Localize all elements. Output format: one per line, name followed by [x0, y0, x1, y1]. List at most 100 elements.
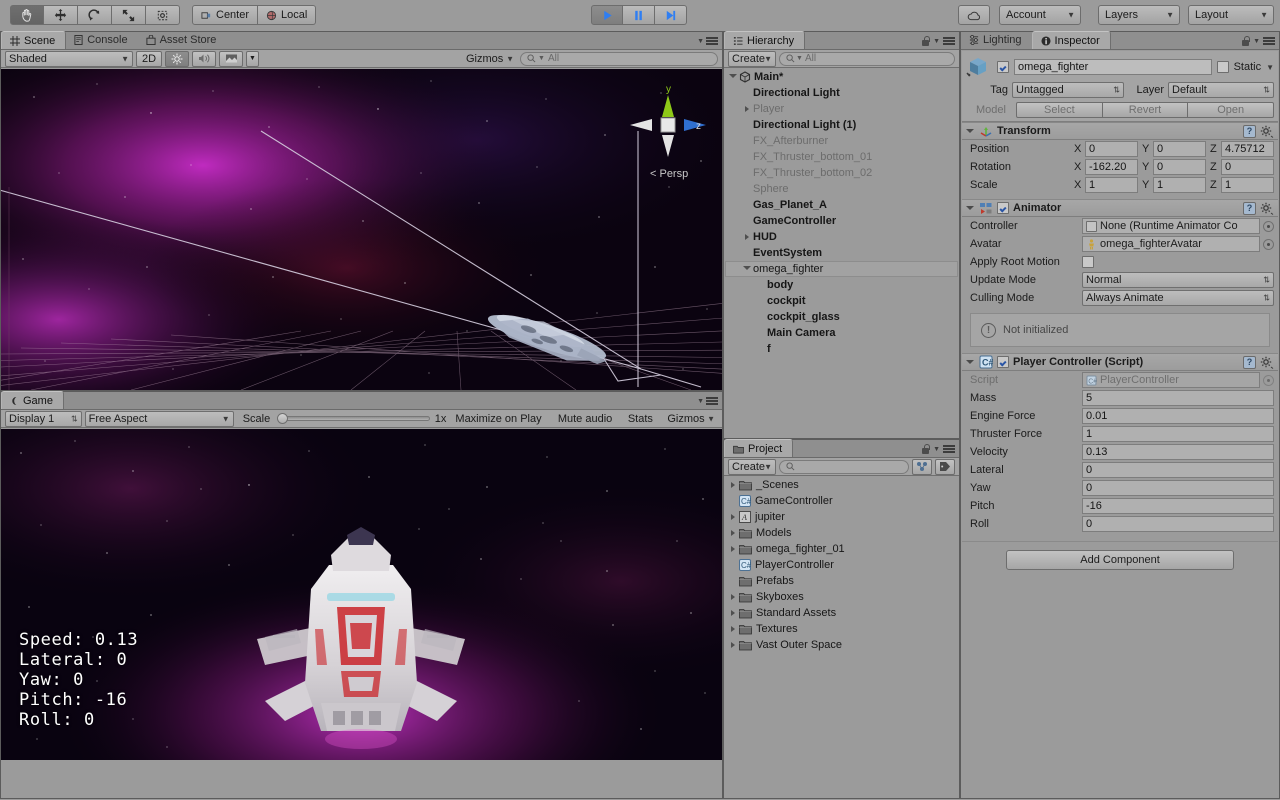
foldout-arrow-icon[interactable] — [727, 594, 739, 600]
animator-enabled-checkbox[interactable] — [997, 202, 1009, 214]
hierarchy-item-fx-thruster-bottom-02[interactable]: FX_Thruster_bottom_02 — [725, 165, 958, 181]
transform-scale-x-input[interactable]: 1 — [1085, 177, 1138, 193]
model-select-button[interactable]: Select — [1016, 102, 1103, 118]
project-filter-label-button[interactable] — [935, 458, 955, 475]
project-filter-type-button[interactable] — [912, 458, 932, 475]
hierarchy-item-cockpit[interactable]: cockpit — [725, 293, 958, 309]
hierarchy-item-main-camera[interactable]: Main Camera — [725, 325, 958, 341]
help-icon[interactable]: ? — [1243, 355, 1256, 369]
project-item-vast-outer-space[interactable]: Vast Outer Space — [725, 637, 958, 653]
space-mode-button[interactable]: Local — [258, 5, 317, 25]
lock-icon[interactable] — [921, 444, 930, 454]
hierarchy-tree[interactable]: Main* Directional Light Player Directional … — [725, 69, 958, 437]
scale-tool-button[interactable] — [112, 5, 146, 25]
project-item-gamecontroller[interactable]: C# GameController — [725, 493, 958, 509]
project-tree[interactable]: _Scenes C# GameController Ajupiter Models ome… — [725, 477, 958, 797]
hierarchy-item-body[interactable]: body — [725, 277, 958, 293]
scene-lighting-button[interactable] — [165, 50, 189, 67]
foldout-icon[interactable] — [966, 127, 975, 136]
project-item-standard-assets[interactable]: Standard Assets — [725, 605, 958, 621]
foldout-arrow-icon[interactable] — [727, 642, 739, 648]
layers-dropdown[interactable]: Layers ▼ — [1098, 5, 1180, 25]
hierarchy-item-fx-thruster-bottom-01[interactable]: FX_Thruster_bottom_01 — [725, 149, 958, 165]
hierarchy-item-gamecontroller[interactable]: GameController — [725, 213, 958, 229]
tab-console[interactable]: Console — [66, 31, 137, 49]
foldout-icon[interactable] — [966, 358, 975, 367]
transform-scale-z-input[interactable]: 1 — [1221, 177, 1274, 193]
gear-icon[interactable] — [1260, 125, 1274, 138]
account-dropdown[interactable]: Account ▼ — [999, 5, 1081, 25]
scene-menu-button[interactable]: ▼ — [697, 36, 718, 46]
gear-icon[interactable] — [1260, 356, 1274, 369]
hierarchy-item-fx-afterburner[interactable]: FX_Afterburner — [725, 133, 958, 149]
transform-position-z-input[interactable]: 4.75712 — [1221, 141, 1274, 157]
scene-fx-dropdown[interactable]: ▼ — [246, 50, 259, 67]
tab-game[interactable]: Game — [1, 391, 64, 409]
tab-scene[interactable]: Scene — [1, 31, 67, 49]
hamburger-icon[interactable] — [1263, 36, 1275, 46]
avatar-picker-icon[interactable] — [1263, 238, 1274, 250]
project-item-jupiter[interactable]: Ajupiter — [725, 509, 958, 525]
project-item-prefabs[interactable]: Prefabs — [725, 573, 958, 589]
hierarchy-create-button[interactable]: Create ▼ — [728, 50, 776, 67]
foldout-arrow-icon[interactable] — [741, 234, 753, 240]
project-item-scenes[interactable]: _Scenes — [725, 477, 958, 493]
project-create-button[interactable]: Create ▼ — [728, 458, 776, 475]
animator-component-header[interactable]: Animator ? — [962, 199, 1278, 217]
step-button[interactable] — [655, 5, 687, 25]
hierarchy-item-player[interactable]: Player — [725, 101, 958, 117]
project-item-omega-fighter-01[interactable]: omega_fighter_01 — [725, 541, 958, 557]
transform-rotation-z-input[interactable]: 0 — [1221, 159, 1274, 175]
rotate-tool-button[interactable] — [78, 5, 112, 25]
transform-position-y-input[interactable]: 0 — [1153, 141, 1206, 157]
pc-mass-input[interactable]: 5 — [1082, 390, 1274, 406]
tab-lighting[interactable]: Lighting — [961, 31, 1032, 49]
pc-velocity-input[interactable]: 0.13 — [1082, 444, 1274, 460]
foldout-arrow-icon[interactable] — [727, 626, 739, 632]
toggle-2d-button[interactable]: 2D — [136, 50, 162, 67]
hierarchy-item-gas-planet-a[interactable]: Gas_Planet_A — [725, 197, 958, 213]
scene-search-input[interactable]: ▼ All — [520, 51, 718, 66]
static-checkbox[interactable] — [1216, 61, 1229, 73]
pc-thruster-force-input[interactable]: 1 — [1082, 426, 1274, 442]
tab-inspector[interactable]: Inspector — [1031, 31, 1111, 49]
transform-component-header[interactable]: Transform ? — [962, 122, 1278, 140]
foldout-arrow-icon[interactable] — [741, 265, 753, 273]
tab-hierarchy[interactable]: Hierarchy — [724, 31, 806, 49]
hierarchy-item-hud[interactable]: HUD — [725, 229, 958, 245]
gameobject-enabled-checkbox[interactable] — [997, 61, 1009, 73]
pc-lateral-input[interactable]: 0 — [1082, 462, 1274, 478]
pc-yaw-input[interactable]: 0 — [1082, 480, 1274, 496]
transform-rotation-x-input[interactable]: -162.20 — [1085, 159, 1138, 175]
layer-dropdown[interactable]: Default ⇅ — [1168, 82, 1274, 98]
foldout-arrow-icon[interactable] — [741, 106, 753, 112]
project-item-textures[interactable]: Textures — [725, 621, 958, 637]
project-search-input[interactable] — [779, 459, 909, 474]
player-controller-enabled-checkbox[interactable] — [997, 356, 1009, 368]
hierarchy-item-main[interactable]: Main* — [725, 69, 958, 85]
pc-engine-force-input[interactable]: 0.01 — [1082, 408, 1274, 424]
tag-dropdown[interactable]: Untagged ⇅ — [1012, 82, 1124, 98]
static-dropdown-arrow-icon[interactable]: ▼ — [1266, 63, 1274, 72]
scene-viewport[interactable]: y z < Persp — [1, 69, 722, 390]
game-viewport[interactable]: Speed: 0.13 Lateral: 0 Yaw: 0 Pitch: -16… — [1, 429, 722, 760]
stats-toggle[interactable]: Stats — [625, 411, 662, 427]
scene-fx-button[interactable] — [219, 50, 243, 67]
foldout-icon[interactable] — [966, 204, 975, 213]
hierarchy-item-sphere[interactable]: Sphere — [725, 181, 958, 197]
add-component-button[interactable]: Add Component — [1006, 550, 1234, 570]
model-open-button[interactable]: Open — [1188, 102, 1275, 118]
rect-tool-button[interactable] — [146, 5, 180, 25]
foldout-arrow-icon[interactable] — [727, 546, 739, 552]
scale-slider-handle[interactable] — [277, 413, 289, 424]
player-controller-component-header[interactable]: C# Player Controller (Script) ? — [962, 353, 1278, 371]
script-picker-icon[interactable] — [1263, 374, 1274, 386]
script-field[interactable]: C# PlayerController — [1082, 372, 1260, 388]
project-item-skyboxes[interactable]: Skyboxes — [725, 589, 958, 605]
foldout-arrow-icon[interactable] — [727, 73, 739, 81]
gizmos-dropdown[interactable]: Gizmos ▼ — [463, 51, 517, 67]
tab-asset-store[interactable]: Asset Store — [138, 31, 227, 49]
pc-pitch-input[interactable]: -16 — [1082, 498, 1274, 514]
lock-icon[interactable] — [921, 36, 930, 46]
foldout-arrow-icon[interactable] — [727, 610, 739, 616]
